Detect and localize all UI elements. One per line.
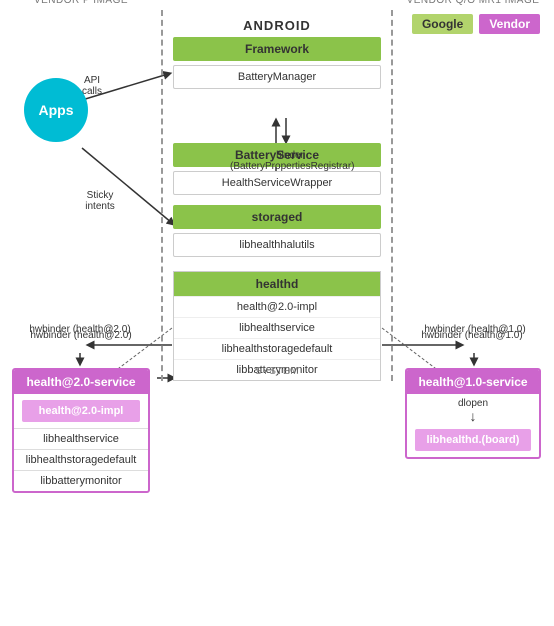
svg-text:intents: intents (85, 201, 114, 212)
healthd-item1: health@2.0-impl (174, 296, 380, 317)
healthd-header: healthd (174, 272, 380, 296)
healthd-container: healthd health@2.0-impl libhealthservice… (173, 271, 381, 381)
apps-circle: Apps (24, 78, 88, 142)
svg-text:Sticky: Sticky (87, 190, 114, 201)
diagram-container: Google Vendor API calls binder (BatteryP… (0, 0, 554, 626)
svg-text:API: API (84, 75, 100, 86)
legend: Google Vendor (412, 14, 540, 34)
health20-service-container: health@2.0-service health@2.0-impl libhe… (6, 368, 156, 493)
hwbinder-right-overlay: hwbinder (health@1.0) (400, 324, 550, 335)
libhealthservice-left: libhealthservice (14, 428, 148, 449)
binder-label: binder (BatteryPropertiesRegistrar) (230, 150, 350, 172)
healthd-item2: libhealthservice (174, 317, 380, 338)
battery-manager-box: BatteryManager (173, 65, 381, 89)
libbatterymonitor-left: libbatterymonitor (14, 470, 148, 491)
libhealthhalutils-box: libhealthhalutils (173, 233, 381, 257)
android-label: ANDROID (163, 10, 391, 37)
system-label: SYSTEM (163, 366, 391, 377)
libhealthstoragedefault-left: libhealthstoragedefault (14, 449, 148, 470)
libhealthd-board-item: libhealthd.(board) (415, 429, 531, 451)
health-service-wrapper-box: HealthServiceWrapper (173, 171, 381, 195)
vendor-p-label: VENDOR P IMAGE (6, 0, 156, 6)
health10-service-header: health@1.0-service (407, 370, 539, 394)
framework-box: Framework (173, 37, 381, 61)
center-column: ANDROID Framework BatteryManager Battery… (161, 10, 393, 381)
legend-google: Google (412, 14, 473, 34)
hwbinder-left-overlay: hwbinder (health@2.0) (6, 324, 154, 335)
storaged-box: storaged (173, 205, 381, 229)
vendor-qo-label: VENDOR Q/O MR1 IMAGE (397, 0, 549, 6)
health20-service-header: health@2.0-service (14, 370, 148, 394)
dlopen-label: dlopen (407, 394, 539, 409)
health10-service-container: health@1.0-service dlopen ↓ libhealthd.(… (399, 368, 547, 459)
healthd-item3: libhealthstoragedefault (174, 338, 380, 359)
legend-vendor: Vendor (479, 14, 540, 34)
svg-text:calls: calls (82, 86, 102, 97)
health20-impl-item: health@2.0-impl (22, 400, 140, 422)
